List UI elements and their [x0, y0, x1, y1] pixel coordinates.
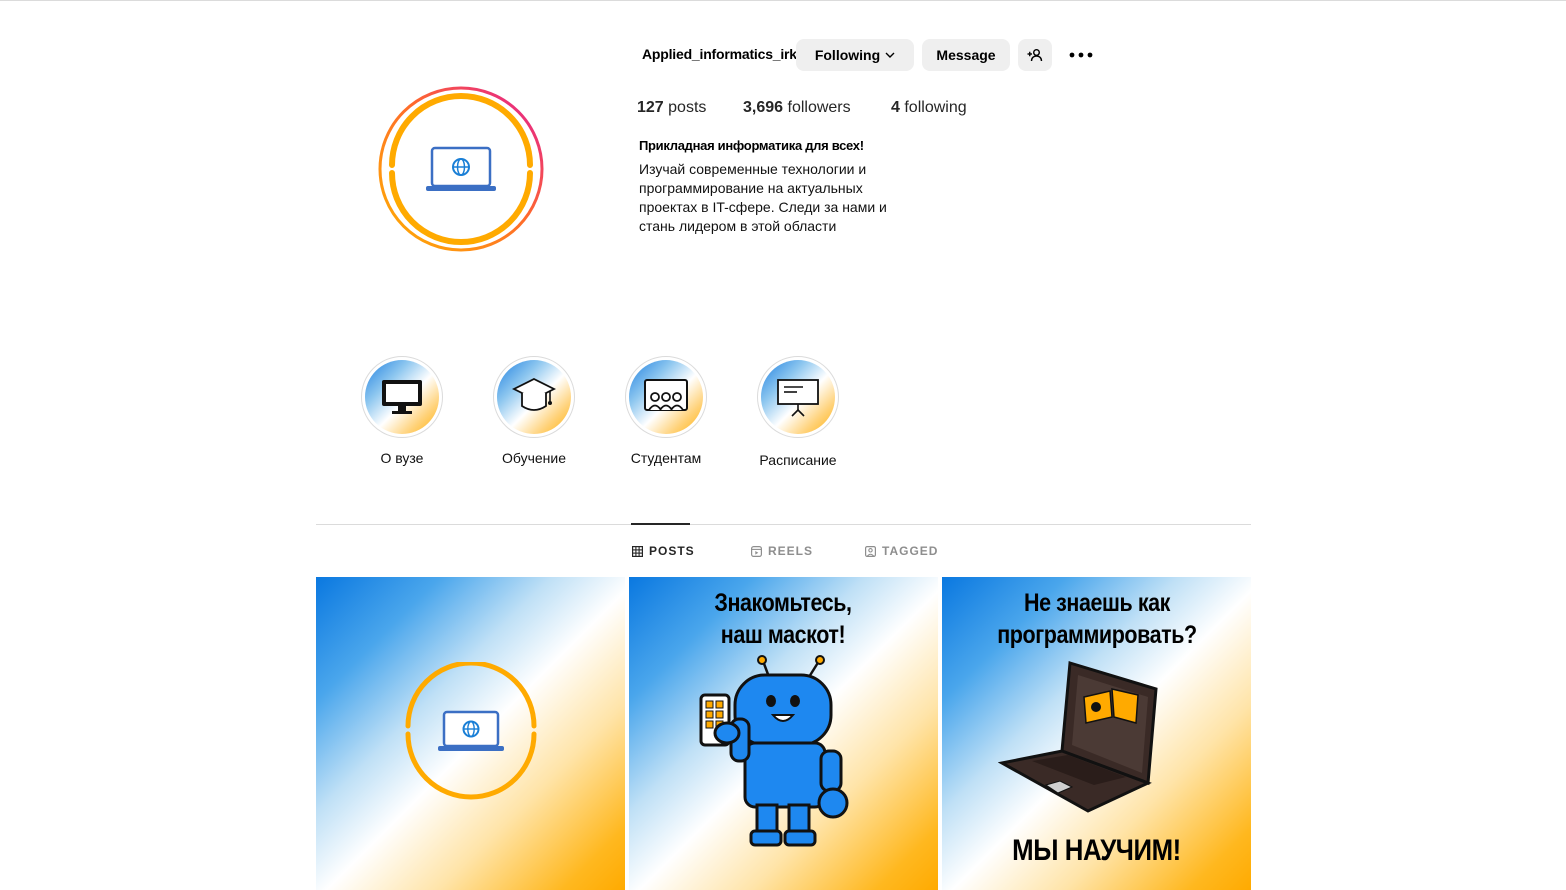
- highlight-cover: [629, 360, 703, 434]
- chevron-down-icon: [885, 52, 895, 58]
- tabs-divider: [316, 524, 1251, 525]
- highlight-ring: [493, 356, 575, 438]
- tab-tagged[interactable]: TAGGED: [865, 544, 938, 558]
- highlight-cover: [761, 360, 835, 434]
- profile-username: Applied_informatics_irk: [642, 46, 797, 62]
- bio-text: Изучай современные технологии и программ…: [639, 161, 887, 234]
- followers-label: followers: [787, 99, 851, 116]
- post-tile[interactable]: Знакомьтесь, наш маскот!: [629, 577, 938, 890]
- message-button-label: Message: [936, 47, 996, 63]
- add-user-icon: [1027, 49, 1043, 62]
- tab-posts-label: POSTS: [649, 544, 695, 558]
- top-border: [0, 0, 1566, 1]
- bio-title: Прикладная информатика для всех!: [639, 138, 864, 153]
- highlight-label: Расписание: [759, 452, 837, 468]
- suggest-users-button[interactable]: [1018, 39, 1052, 71]
- highlight-cover: [365, 360, 439, 434]
- post-caption: Знакомьтесь, наш маскот!: [714, 589, 852, 649]
- highlight-ring: [361, 356, 443, 438]
- robot-mascot-icon: [699, 655, 849, 847]
- followers-count: 3,696: [743, 99, 784, 116]
- tagged-icon: [865, 545, 876, 557]
- following-button-label: Following: [814, 47, 881, 63]
- highlight-label: О вузе: [380, 450, 424, 466]
- highlight-studentam[interactable]: Студентам: [624, 356, 708, 466]
- post-tile[interactable]: Не знаешь как программировать? МЫ НАУЧИМ…: [942, 577, 1251, 890]
- laptop-globe-icon: [378, 86, 544, 252]
- highlight-obuchenie[interactable]: Обучение: [492, 356, 576, 466]
- laptop-icon: [998, 661, 1158, 813]
- highlight-label: Обучение: [501, 450, 567, 466]
- tab-reels-label: REELS: [768, 544, 814, 558]
- posts-label: posts: [668, 99, 707, 116]
- post-caption-bottom: МЫ НАУЧИМ!: [1012, 834, 1181, 867]
- grid-icon: [632, 545, 643, 557]
- tab-reels[interactable]: REELS: [751, 544, 813, 558]
- following-stat[interactable]: 4 following: [891, 99, 967, 117]
- tab-tagged-label: TAGGED: [882, 544, 939, 558]
- following-button[interactable]: Following: [796, 39, 914, 71]
- more-options-button[interactable]: [1066, 42, 1096, 68]
- laptop-globe-icon: [405, 662, 537, 800]
- post-tile[interactable]: [316, 577, 625, 890]
- posts-count-stat: 127 posts: [637, 99, 706, 117]
- followers-stat[interactable]: 3,696 followers: [743, 99, 851, 117]
- active-tab-indicator: [631, 523, 690, 525]
- following-count: 4: [891, 99, 900, 116]
- students-board-icon: [644, 379, 688, 411]
- profile-avatar[interactable]: [378, 86, 544, 252]
- message-button[interactable]: Message: [922, 39, 1010, 71]
- highlight-raspisanie[interactable]: Расписание: [756, 356, 840, 468]
- reels-icon: [751, 545, 762, 557]
- following-label: following: [904, 99, 967, 116]
- highlight-ring: [625, 356, 707, 438]
- graduation-cap-icon: [512, 377, 556, 411]
- highlight-label: Студентам: [630, 450, 702, 466]
- post-caption-top: Не знаешь как программировать?: [997, 589, 1197, 649]
- highlight-o-vuze[interactable]: О вузе: [360, 356, 444, 466]
- monitor-icon: [382, 380, 422, 414]
- more-dots-icon: [1069, 52, 1093, 58]
- posts-count: 127: [637, 99, 664, 116]
- presentation-board-icon: [777, 379, 819, 417]
- highlight-ring: [757, 356, 839, 438]
- highlight-cover: [497, 360, 571, 434]
- tab-posts[interactable]: POSTS: [632, 544, 695, 558]
